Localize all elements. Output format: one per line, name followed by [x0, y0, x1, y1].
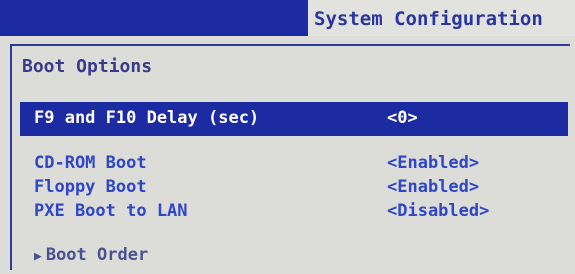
bios-screen: System Configuration Boot Options F9 and…: [0, 0, 575, 274]
pxe-boot-value[interactable]: <Disabled>: [387, 201, 489, 221]
floppy-boot-label[interactable]: Floppy Boot: [34, 177, 147, 197]
floppy-boot-value[interactable]: <Enabled>: [387, 177, 479, 197]
cd-rom-boot-label[interactable]: CD-ROM Boot: [34, 153, 147, 173]
tab-system-configuration-label: System Configuration: [314, 8, 543, 30]
boot-order-label: Boot Order: [45, 245, 149, 265]
arrow-right-icon: ▶: [34, 249, 42, 264]
boot-order-submenu[interactable]: ▶ Boot Order: [34, 245, 148, 265]
tab-system-configuration[interactable]: System Configuration: [308, 0, 575, 36]
cd-rom-boot-value[interactable]: <Enabled>: [387, 153, 479, 173]
f9-f10-delay-label[interactable]: F9 and F10 Delay (sec): [34, 108, 259, 128]
menu-bar: System Configuration: [0, 0, 575, 36]
f9-f10-delay-value[interactable]: <0>: [387, 108, 418, 128]
panel-title: Boot Options: [22, 56, 153, 77]
pxe-boot-label[interactable]: PXE Boot to LAN: [34, 201, 188, 221]
